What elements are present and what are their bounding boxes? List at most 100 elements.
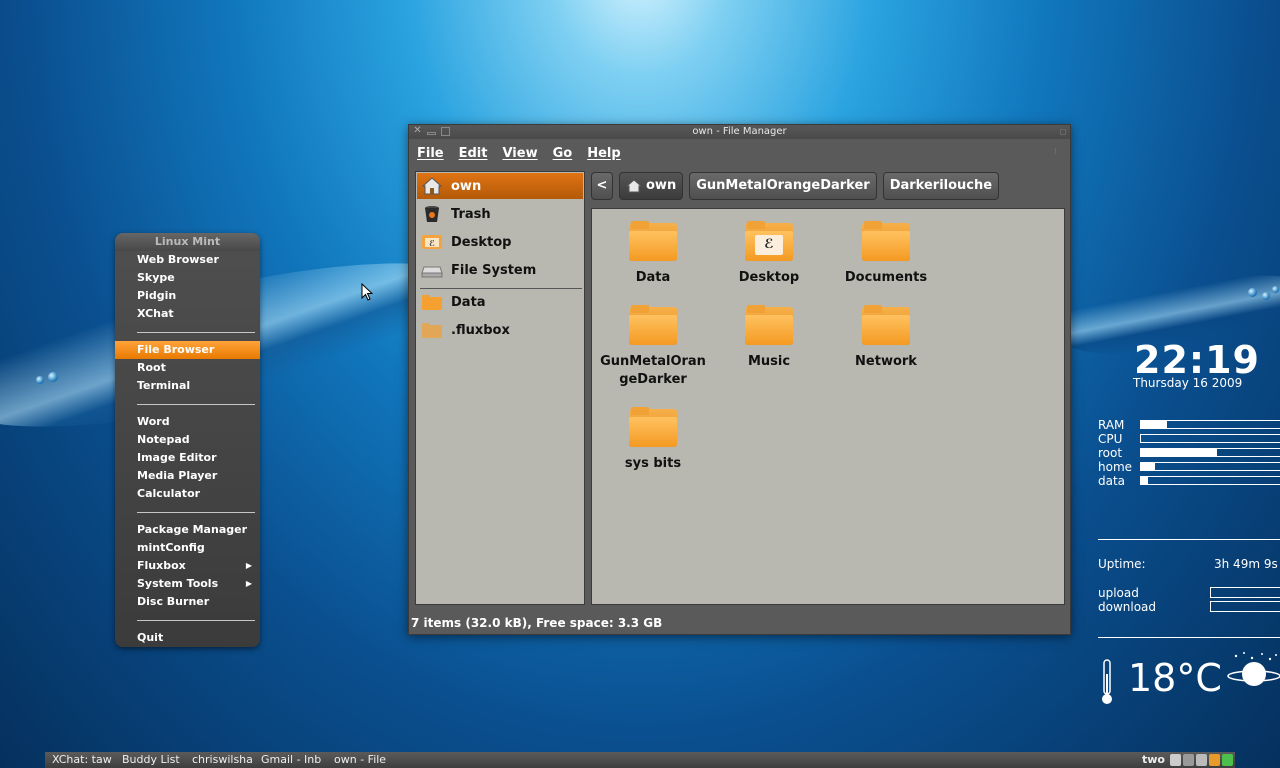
taskbar: XChat: taw Buddy List chriswilsha Gmail … (45, 752, 1235, 768)
sidebar-item-desktop[interactable]: ℰ Desktop (417, 229, 583, 255)
thermometer-icon (1102, 659, 1112, 704)
stat-bar (1140, 434, 1280, 443)
path-button-darkerilouche[interactable]: Darkerilouche (882, 172, 1000, 200)
sidebar-item-label: Trash (451, 206, 491, 222)
file-item-documents[interactable]: Documents (830, 221, 942, 287)
menu-separator (137, 620, 255, 621)
menu-item-word[interactable]: Word (115, 413, 260, 431)
stat-label: root (1098, 446, 1123, 460)
file-item-data[interactable]: Data (597, 221, 709, 287)
menu-item-quit[interactable]: Quit (115, 629, 260, 647)
folder-icon (421, 321, 443, 339)
menu-view[interactable]: View (502, 146, 537, 161)
stat-home: home (1098, 460, 1280, 474)
window-titlebar[interactable]: ✕ own - File Manager (409, 125, 1070, 139)
stat-bar (1140, 476, 1280, 485)
file-view: Data ℰ Desktop Documents GunMetalOrangeD… (591, 208, 1065, 605)
download-graph (1210, 601, 1280, 612)
sidebar-item-file-system[interactable]: File System (417, 257, 583, 283)
window-menu-icon[interactable] (1060, 129, 1066, 135)
sidebar-item-fluxbox[interactable]: .fluxbox (417, 317, 583, 343)
menu-help[interactable]: Help (587, 146, 620, 161)
svg-text:ℰ: ℰ (429, 239, 435, 248)
weather-clear-night-icon (1227, 652, 1280, 686)
tray-drive-icon[interactable] (1170, 754, 1181, 766)
sidebar-item-label: own (451, 178, 482, 194)
folder-icon (421, 293, 443, 311)
menu-separator (137, 512, 255, 513)
task-gmail[interactable]: Gmail - Inb (261, 752, 321, 768)
task-xchat[interactable]: XChat: taw (52, 752, 112, 768)
menu-item-skype[interactable]: Skype (115, 269, 260, 287)
stat-fill (1141, 449, 1218, 456)
menu-file[interactable]: File (417, 146, 444, 161)
sidebar-item-trash[interactable]: Trash (417, 201, 583, 227)
wallpaper-bubble (1262, 292, 1270, 300)
file-label: Data (635, 270, 671, 285)
menu-item-terminal[interactable]: Terminal (115, 377, 260, 395)
file-item-network[interactable]: Network (830, 305, 942, 371)
stat-label: home (1098, 460, 1133, 474)
file-item-music[interactable]: Music (713, 305, 825, 371)
wallpaper-bubble (1272, 286, 1279, 293)
menu-item-pidgin[interactable]: Pidgin (115, 287, 260, 305)
root-menu: Linux Mint Web Browser Skype Pidgin XCha… (115, 233, 260, 647)
chevron-left-icon: < (596, 178, 608, 193)
sidebar-item-data[interactable]: Data (417, 289, 583, 315)
tray-network-icon[interactable] (1183, 754, 1194, 766)
stat-data: data (1098, 474, 1280, 488)
stat-label: data (1098, 474, 1126, 488)
file-label: Network (855, 354, 917, 369)
path-button-gunmetalorangedarker[interactable]: GunMetalOrangeDarker (689, 172, 877, 200)
upload-graph (1210, 587, 1280, 598)
submenu-arrow-icon: ▶ (245, 561, 252, 570)
menu-item-notepad[interactable]: Notepad (115, 431, 260, 449)
maximize-icon[interactable] (441, 127, 450, 136)
menu-item-file-browser[interactable]: File Browser (115, 341, 260, 359)
task-buddy-list[interactable]: Buddy List (122, 752, 180, 768)
wallpaper-bubble (1248, 288, 1257, 297)
close-icon[interactable]: ✕ (413, 126, 422, 136)
menu-item-fluxbox[interactable]: Fluxbox ▶ (115, 557, 260, 575)
home-icon (626, 179, 642, 193)
task-file-manager[interactable]: own - File (334, 752, 386, 768)
menu-item-xchat[interactable]: XChat (115, 305, 260, 323)
folder-icon (745, 305, 793, 347)
menu-item-system-tools[interactable]: System Tools ▶ (115, 575, 260, 593)
file-item-desktop[interactable]: ℰ Desktop (713, 221, 825, 287)
sidebar-item-own[interactable]: own (417, 173, 583, 199)
path-button-own[interactable]: own (619, 172, 684, 200)
menu-item-root[interactable]: Root (115, 359, 260, 377)
menu-separator (137, 332, 255, 333)
folder-icon (862, 221, 910, 263)
menu-edit[interactable]: Edit (459, 146, 488, 161)
path-bar: < own GunMetalOrangeDarker Darkerilouche (591, 172, 1000, 200)
menu-item-calculator[interactable]: Calculator (115, 485, 260, 503)
menu-item-web-browser[interactable]: Web Browser (115, 251, 260, 269)
menu-go[interactable]: Go (553, 146, 573, 161)
stat-ram: RAM (1098, 418, 1280, 432)
menu-item-image-editor[interactable]: Image Editor (115, 449, 260, 467)
desktop-icon: ℰ (421, 233, 443, 251)
stat-cpu: CPU (1098, 432, 1280, 446)
tray-lock-icon[interactable] (1196, 754, 1207, 766)
window-title: own - File Manager (692, 126, 787, 137)
file-item-gunmetalorangedarker[interactable]: GunMetalOrangeDarker (597, 305, 709, 389)
tray-tools-icon[interactable] (1209, 754, 1220, 766)
menu-item-package-manager[interactable]: Package Manager (115, 521, 260, 539)
menu-separator (137, 404, 255, 405)
workspace-name[interactable]: two (1142, 752, 1165, 768)
menu-item-disc-burner[interactable]: Disc Burner (115, 593, 260, 611)
tray-update-icon[interactable] (1222, 754, 1233, 766)
stat-bar (1140, 420, 1280, 429)
menu-item-media-player[interactable]: Media Player (115, 467, 260, 485)
sidebar-item-label: Desktop (451, 234, 512, 250)
menu-item-mintconfig[interactable]: mintConfig (115, 539, 260, 557)
back-button[interactable]: < (591, 172, 613, 200)
menu-item-label: System Tools (137, 577, 219, 590)
task-chriswilsha[interactable]: chriswilsha (192, 752, 253, 768)
uptime-value: 3h 49m 9s (1214, 557, 1278, 571)
minimize-icon[interactable] (427, 132, 436, 135)
file-item-sys-bits[interactable]: sys bits (597, 407, 709, 473)
path-label: own (646, 178, 677, 193)
